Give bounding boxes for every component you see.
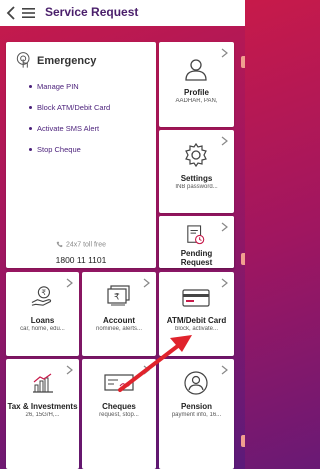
scroll-marker (241, 56, 245, 68)
atm-card-subtext: block, activate... (174, 326, 219, 332)
chevron-right-icon (143, 365, 150, 375)
tollfree-number[interactable]: 1800 11 1101 (6, 255, 156, 265)
emergency-title: Emergency (37, 55, 97, 67)
loans-subtext: car, home, edu... (20, 326, 65, 332)
account-tile[interactable]: ₹ Account nominee, alerts... (82, 272, 156, 356)
emergency-item-sms-alert[interactable]: Activate SMS Alert (29, 124, 99, 133)
account-label: Account (103, 316, 135, 325)
chevron-right-icon (66, 278, 73, 288)
profile-tile[interactable]: Profile AADHAR, PAN, (159, 42, 234, 127)
back-arrow-icon[interactable] (4, 5, 18, 21)
phone-icon (56, 241, 63, 248)
loans-label: Loans (30, 316, 55, 325)
emergency-item-stop-cheque[interactable]: Stop Cheque (29, 145, 81, 154)
settings-gear-icon (185, 142, 207, 168)
atm-debit-card-tile[interactable]: ATM/Debit Card block, activate... (159, 272, 234, 356)
settings-label: Settings (180, 174, 213, 183)
loans-tile[interactable]: ₹ Loans car, home, edu... (6, 272, 79, 356)
chevron-right-icon (143, 278, 150, 288)
bullet-icon (29, 106, 32, 109)
svg-text:₹: ₹ (41, 288, 46, 297)
hamburger-menu-icon[interactable] (22, 7, 35, 19)
emergency-item-block-card[interactable]: Block ATM/Debit Card (29, 103, 110, 112)
pending-label-line1: Pending (180, 249, 213, 258)
cheques-tile[interactable]: Cheques request, stop... (82, 359, 156, 469)
pension-person-icon (184, 371, 208, 395)
profile-user-icon (185, 59, 207, 81)
chevron-right-icon (221, 222, 228, 232)
profile-label: Profile (184, 88, 209, 97)
chevron-right-icon (221, 365, 228, 375)
tax-subtext: 26, 15G/H,... (25, 412, 60, 418)
emergency-item-manage-pin[interactable]: Manage PIN (29, 82, 79, 91)
chevron-right-icon (221, 278, 228, 288)
scroll-marker (241, 253, 245, 265)
cheque-icon (104, 374, 134, 391)
pending-document-icon (187, 225, 205, 245)
bullet-icon (29, 85, 32, 88)
account-subtext: nominee, alerts... (95, 326, 143, 332)
tax-investments-tile[interactable]: Tax & Investments 26, 15G/H,... (6, 359, 79, 469)
svg-text:₹: ₹ (114, 293, 120, 303)
account-passbook-icon: ₹ (107, 285, 130, 306)
emergency-panel (6, 42, 156, 268)
bullet-icon (29, 127, 32, 130)
cheques-label: Cheques (102, 402, 136, 411)
pension-subtext: payment info, 16... (171, 412, 222, 418)
profile-subtext: AADHAR, PAN, (175, 98, 218, 104)
chevron-right-icon (221, 48, 228, 58)
debit-card-icon (182, 289, 210, 307)
settings-tile[interactable]: Settings INB password... (159, 130, 234, 213)
chevron-right-icon (221, 136, 228, 146)
app-header: Service Request (0, 0, 245, 26)
cheques-subtext: request, stop... (99, 412, 139, 418)
chevron-right-icon (66, 365, 73, 375)
pension-tile[interactable]: Pension payment info, 16... (159, 359, 234, 469)
scroll-marker (241, 435, 245, 447)
pending-label-line2: Request (180, 258, 213, 267)
tax-label: Tax & Investments (7, 402, 78, 411)
tollfree-label: 24x7 toll free (6, 241, 156, 248)
atm-card-label: ATM/Debit Card (166, 316, 227, 325)
pending-request-card[interactable]: Pending Request (159, 216, 234, 268)
emergency-touch-icon (16, 52, 30, 68)
loans-hand-coin-icon: ₹ (31, 286, 52, 306)
settings-subtext: INB password... (175, 184, 218, 190)
page-title: Service Request (45, 5, 139, 19)
pension-label: Pension (180, 402, 213, 411)
tax-chart-icon (33, 373, 53, 393)
bullet-icon (29, 148, 32, 151)
